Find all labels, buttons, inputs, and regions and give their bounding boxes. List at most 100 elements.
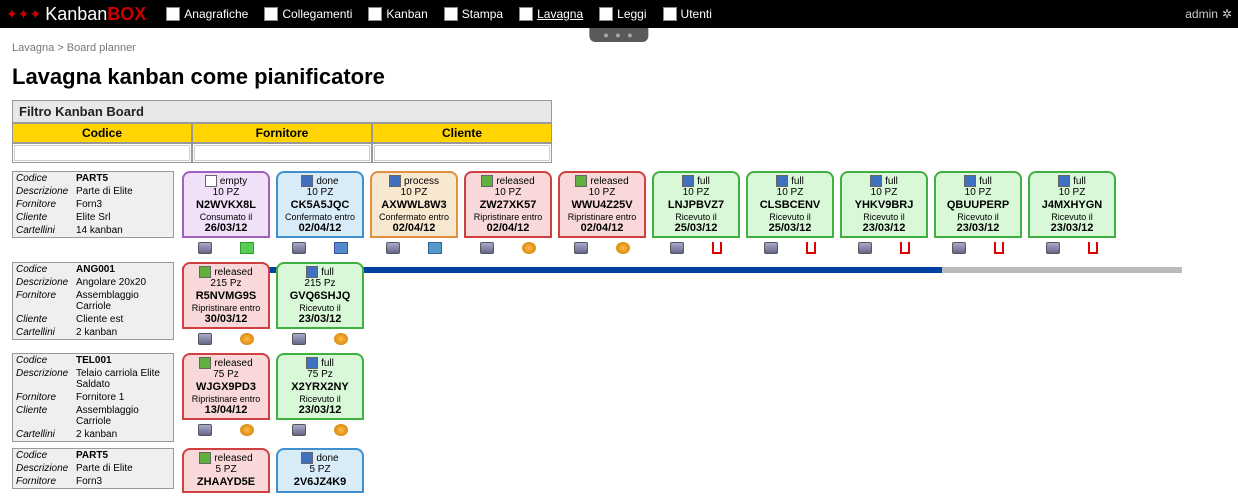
mon-icon[interactable] bbox=[292, 333, 306, 345]
card-date: 23/03/12 bbox=[1032, 222, 1112, 234]
mon-icon[interactable] bbox=[198, 242, 212, 254]
status-square-icon bbox=[964, 175, 976, 187]
nav-item-print[interactable]: Stampa bbox=[444, 7, 503, 21]
card-wrap: full75 PzX2YRX2NYRicevuto il23/03/12 bbox=[276, 353, 364, 438]
nav-item-kan[interactable]: Kanban bbox=[368, 7, 427, 21]
card-qty: 10 PZ bbox=[938, 187, 1018, 198]
nav-item-ut[interactable]: Utenti bbox=[663, 7, 712, 21]
info-value: Forn3 bbox=[73, 198, 173, 211]
gear-icon[interactable] bbox=[616, 242, 630, 254]
kanban-card[interactable]: empty10 PZN2WVKX8LConsumato il26/03/12 bbox=[182, 171, 270, 238]
gear-icon[interactable] bbox=[334, 424, 348, 436]
kanban-card[interactable]: full10 PZLNJPBVZ7Ricevuto il25/03/12 bbox=[652, 171, 740, 238]
kanban-card[interactable]: full10 PZQBUUPERPRicevuto il23/03/12 bbox=[934, 171, 1022, 238]
gear-icon: ✲ bbox=[1222, 7, 1232, 21]
mon-icon[interactable] bbox=[858, 242, 872, 254]
card-wrap: empty10 PZN2WVKX8LConsumato il26/03/12 bbox=[182, 171, 270, 256]
mon-icon[interactable] bbox=[386, 242, 400, 254]
mon-icon[interactable] bbox=[574, 242, 588, 254]
kanban-card[interactable]: released10 PZZW27XK57Ripristinare entro0… bbox=[464, 171, 552, 238]
card-line: Ricevuto il bbox=[844, 212, 924, 222]
mon-icon[interactable] bbox=[198, 424, 212, 436]
mon-icon[interactable] bbox=[952, 242, 966, 254]
board-row: CodicePART5DescrizioneParte di EliteForn… bbox=[12, 171, 1226, 256]
card-line: Ricevuto il bbox=[656, 212, 736, 222]
card-code: YHKV9BRJ bbox=[844, 199, 924, 211]
nav-item-anag[interactable]: Anagrafiche bbox=[166, 7, 248, 21]
filter-input-fornitore[interactable] bbox=[194, 145, 370, 161]
status-square-icon bbox=[682, 175, 694, 187]
user-menu[interactable]: admin ✲ bbox=[1185, 7, 1232, 21]
kanban-card[interactable]: full10 PZYHKV9BRJRicevuto il23/03/12 bbox=[840, 171, 928, 238]
navbar: ✦✦✦ KanbanBOX Anagrafiche Collegamenti Kan… bbox=[0, 0, 1238, 28]
status-square-icon bbox=[306, 357, 318, 369]
flag-icon[interactable] bbox=[712, 242, 722, 254]
kanban-card[interactable]: done5 PZ2V6JZ4K9 bbox=[276, 448, 364, 493]
mon-icon[interactable] bbox=[198, 333, 212, 345]
card-qty: 10 PZ bbox=[750, 187, 830, 198]
card-status: empty bbox=[220, 176, 247, 187]
card-status: full bbox=[791, 176, 804, 187]
info-value: TEL001 bbox=[73, 354, 173, 367]
nav-item-leggi[interactable]: Leggi bbox=[599, 7, 646, 21]
nav-item-coll[interactable]: Collegamenti bbox=[264, 7, 352, 21]
kanban-card[interactable]: process10 PZAXWWL8W3Confermato entro02/0… bbox=[370, 171, 458, 238]
kanban-card[interactable]: released10 PZWWU4Z25VRipristinare entro0… bbox=[558, 171, 646, 238]
mon-icon[interactable] bbox=[480, 242, 494, 254]
status-square-icon bbox=[205, 175, 217, 187]
kanban-card[interactable]: released5 PZZHAAYD5E bbox=[182, 448, 270, 493]
green-icon[interactable] bbox=[240, 242, 254, 254]
info-value: PART5 bbox=[73, 449, 173, 462]
flag-icon[interactable] bbox=[994, 242, 1004, 254]
info-label: Descrizione bbox=[13, 367, 73, 391]
info-label: Cartellini bbox=[13, 224, 73, 237]
mon-icon[interactable] bbox=[292, 424, 306, 436]
info-value: Fornitore 1 bbox=[73, 391, 173, 404]
card-status: full bbox=[321, 358, 334, 369]
nav-item-lav[interactable]: Lavagna bbox=[519, 7, 583, 21]
mon-icon[interactable] bbox=[764, 242, 778, 254]
kanban-card[interactable]: full10 PZJ4MXHYGNRicevuto il23/03/12 bbox=[1028, 171, 1116, 238]
card-qty: 10 PZ bbox=[562, 187, 642, 198]
card-qty: 10 PZ bbox=[656, 187, 736, 198]
flag-icon[interactable] bbox=[806, 242, 816, 254]
flag-icon[interactable] bbox=[1088, 242, 1098, 254]
card-date: 25/03/12 bbox=[750, 222, 830, 234]
info-value: 14 kanban bbox=[73, 224, 173, 237]
kanban-card[interactable]: released75 PzWJGX9PD3Ripristinare entro1… bbox=[182, 353, 270, 420]
gear-icon[interactable] bbox=[522, 242, 536, 254]
card-wrap: full10 PZJ4MXHYGNRicevuto il23/03/12 bbox=[1028, 171, 1116, 256]
gear-icon[interactable] bbox=[240, 333, 254, 345]
info-value: Assemblaggio Carriole bbox=[73, 404, 173, 428]
gear-icon[interactable] bbox=[240, 424, 254, 436]
card-qty: 215 Pz bbox=[280, 278, 360, 289]
card-date: 26/03/12 bbox=[186, 222, 266, 234]
filter-input-codice[interactable] bbox=[14, 145, 190, 161]
kanban-card[interactable]: full10 PZCLSBCENVRicevuto il25/03/12 bbox=[746, 171, 834, 238]
card-code: AXWWL8W3 bbox=[374, 199, 454, 211]
info-label: Cliente bbox=[13, 313, 73, 326]
kanban-card[interactable]: done10 PZCK5A5JQCConfermato entro02/04/1… bbox=[276, 171, 364, 238]
logo[interactable]: ✦✦✦ KanbanBOX bbox=[6, 4, 146, 25]
gear-icon[interactable] bbox=[334, 333, 348, 345]
drawer-handle[interactable]: ● ● ● bbox=[589, 28, 648, 42]
info-value: Telaio carriola Elite Saldato bbox=[73, 367, 173, 391]
card-qty: 10 PZ bbox=[280, 187, 360, 198]
kanban-card[interactable]: full215 PzGVQ6SHJQRicevuto il23/03/12 bbox=[276, 262, 364, 329]
info-label: Fornitore bbox=[13, 475, 73, 488]
flag-icon[interactable] bbox=[900, 242, 910, 254]
filter-input-cliente[interactable] bbox=[374, 145, 550, 161]
info-label: Cliente bbox=[13, 404, 73, 428]
card-code: R5NVMG9S bbox=[186, 290, 266, 302]
card-code: WWU4Z25V bbox=[562, 199, 642, 211]
card-date: 25/03/12 bbox=[656, 222, 736, 234]
card-wrap: full10 PZLNJPBVZ7Ricevuto il25/03/12 bbox=[652, 171, 740, 256]
kanban-card[interactable]: full75 PzX2YRX2NYRicevuto il23/03/12 bbox=[276, 353, 364, 420]
mon-icon[interactable] bbox=[1046, 242, 1060, 254]
mon-icon[interactable] bbox=[670, 242, 684, 254]
kanban-card[interactable]: released215 PzR5NVMG9SRipristinare entro… bbox=[182, 262, 270, 329]
mon-icon[interactable] bbox=[292, 242, 306, 254]
cart-icon[interactable] bbox=[334, 242, 348, 254]
card-wrap: released10 PZZW27XK57Ripristinare entro0… bbox=[464, 171, 552, 256]
blue-icon[interactable] bbox=[428, 242, 442, 254]
